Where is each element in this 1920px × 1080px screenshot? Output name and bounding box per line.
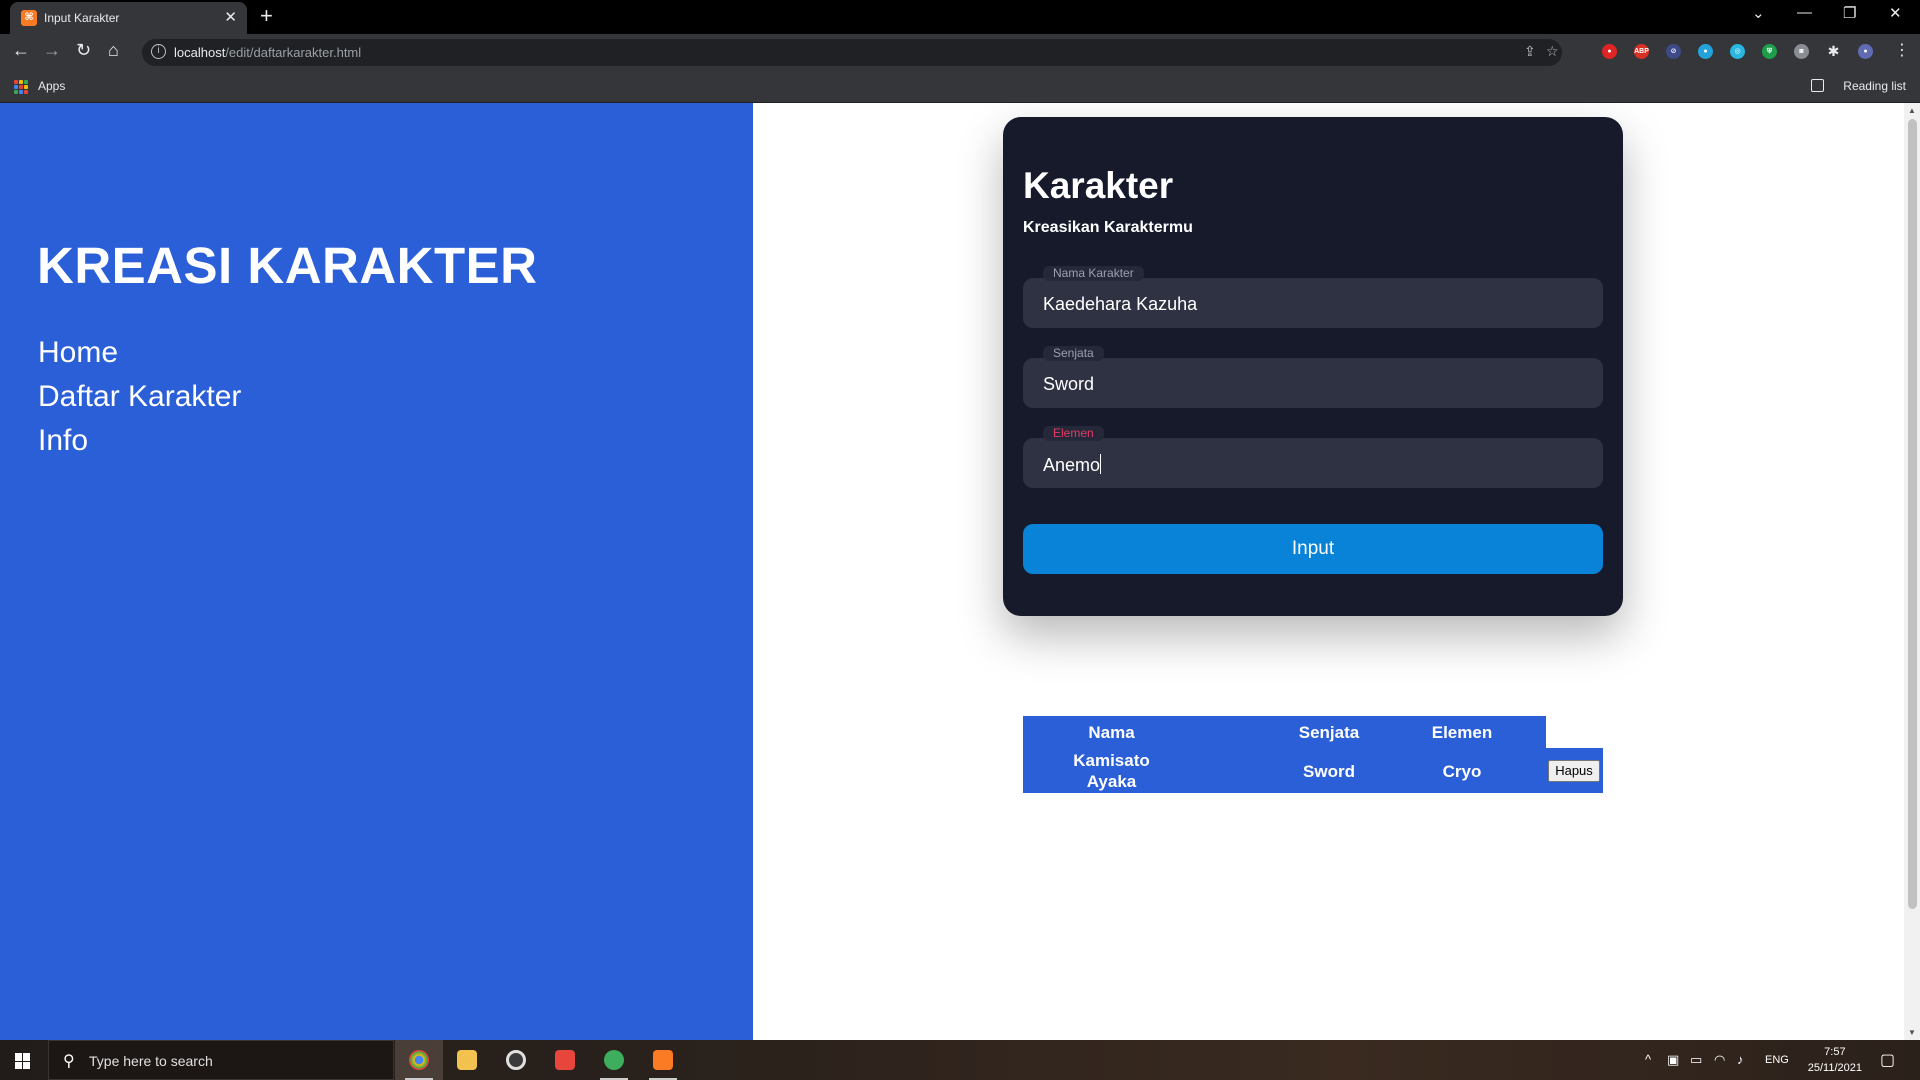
new-tab-button[interactable]: + <box>260 3 273 29</box>
senjata-field[interactable]: Senjata Sword <box>1023 346 1603 408</box>
show-hidden-icons[interactable]: ^ <box>1645 1052 1651 1067</box>
input-submit-button[interactable]: Input <box>1023 524 1603 574</box>
taskbar-chrome[interactable] <box>395 1040 443 1080</box>
sidebar-nav: Home Daftar Karakter Info <box>38 331 241 463</box>
profile-avatar[interactable]: ● <box>1858 44 1873 59</box>
taskbar-search[interactable]: ⚲ Type here to search <box>48 1040 394 1080</box>
browser-tab[interactable]: ⌘ Input Karakter ✕ <box>10 2 247 34</box>
folder-icon <box>457 1050 477 1070</box>
url-text: localhost/edit/daftarkarakter.html <box>174 45 362 60</box>
senjata-input[interactable]: Sword <box>1043 374 1094 395</box>
menu-kebab-icon[interactable]: ⋮ <box>1894 40 1910 60</box>
scroll-thumb[interactable] <box>1908 119 1917 909</box>
extension-cyan-icon[interactable]: ◎ <box>1730 44 1745 59</box>
notification-icon[interactable]: ▢ <box>1880 1050 1895 1070</box>
extension-camera-icon[interactable]: ◙ <box>1794 44 1809 59</box>
windows-start-icon[interactable] <box>15 1053 31 1069</box>
sidebar: KREASI KARAKTER Home Daftar Karakter Inf… <box>0 103 753 1040</box>
taskbar-red-app[interactable] <box>541 1040 589 1080</box>
tab-search-icon[interactable]: ⌄ <box>1752 4 1765 22</box>
forward-icon[interactable]: → <box>43 40 61 61</box>
red-app-icon <box>555 1050 575 1070</box>
extension-red-icon[interactable]: ● <box>1602 44 1617 59</box>
page-viewport: KREASI KARAKTER Home Daftar Karakter Inf… <box>0 103 1920 1040</box>
reload-icon[interactable]: ↻ <box>76 40 91 61</box>
search-placeholder: Type here to search <box>89 1053 213 1069</box>
xampp-icon: ⌘ <box>21 10 37 26</box>
cell-elemen: Cryo <box>1442 762 1482 781</box>
reading-list-button[interactable]: Reading list <box>1843 79 1906 93</box>
apps-grid-icon[interactable] <box>14 80 28 94</box>
share-icon[interactable]: ⇪ <box>1524 43 1536 60</box>
elemen-input[interactable]: Anemo <box>1043 455 1100 475</box>
hapus-button[interactable]: Hapus <box>1548 760 1600 782</box>
battery-icon[interactable]: ▭ <box>1690 1052 1702 1068</box>
elemen-field[interactable]: Elemen Anemo <box>1023 426 1603 488</box>
form-subtitle: Kreasikan Karaktermu <box>1023 219 1193 236</box>
header-senjata: Senjata <box>1298 723 1360 742</box>
nav-daftar-karakter[interactable]: Daftar Karakter <box>38 375 241 419</box>
taskbar-green-app[interactable] <box>590 1040 638 1080</box>
nav-info[interactable]: Info <box>38 419 241 463</box>
close-tab-icon[interactable]: ✕ <box>224 8 237 26</box>
header-elemen: Elemen <box>1431 723 1493 742</box>
clock-date: 25/11/2021 <box>1807 1062 1862 1074</box>
cell-senjata: Sword <box>1303 762 1355 781</box>
scroll-down-icon[interactable]: ▼ <box>1908 1028 1916 1037</box>
site-title: KREASI KARAKTER <box>37 237 538 294</box>
home-icon[interactable]: ⌂ <box>108 40 119 61</box>
scroll-up-icon[interactable]: ▲ <box>1908 106 1916 115</box>
elemen-label: Elemen <box>1043 426 1104 441</box>
nama-karakter-label: Nama Karakter <box>1043 266 1144 281</box>
character-form-card: Karakter Kreasikan Karaktermu Nama Karak… <box>1003 117 1623 616</box>
bookmarks-bar: Apps Reading list <box>0 70 1920 103</box>
close-window-icon[interactable]: ✕ <box>1889 4 1902 22</box>
extension-shield-icon[interactable]: ⛨ <box>1762 44 1777 59</box>
cell-nama-line1: Kamisato <box>1073 751 1150 770</box>
address-bar[interactable]: i localhost/edit/daftarkarakter.html ⇪ ☆ <box>142 39 1562 66</box>
page-scrollbar[interactable]: ▲ ▼ <box>1904 103 1920 1040</box>
senjata-label: Senjata <box>1043 346 1104 361</box>
text-caret <box>1100 454 1102 474</box>
green-app-icon <box>604 1050 624 1070</box>
volume-icon[interactable]: ♪ <box>1737 1052 1744 1067</box>
form-title: Karakter <box>1023 165 1174 206</box>
taskbar-media-app[interactable] <box>492 1040 540 1080</box>
site-info-icon[interactable]: i <box>151 44 166 59</box>
restore-icon[interactable]: ❐ <box>1843 4 1856 22</box>
chrome-icon <box>409 1050 429 1070</box>
device-icon[interactable]: ▣ <box>1667 1052 1679 1068</box>
table-header-gap <box>1546 716 1603 748</box>
extension-blue-icon[interactable]: ● <box>1698 44 1713 59</box>
extensions-puzzle-icon[interactable]: ✱ <box>1826 44 1841 59</box>
extension-blocker-icon[interactable]: ⊘ <box>1666 44 1681 59</box>
nama-karakter-field[interactable]: Nama Karakter Kaedehara Kazuha <box>1023 266 1603 328</box>
windows-taskbar: ⚲ Type here to search ^ ▣ ▭ ◠ ♪ ENG 7:57… <box>0 1040 1920 1080</box>
header-nama: Nama <box>1088 723 1135 742</box>
wifi-icon[interactable]: ◠ <box>1714 1052 1725 1068</box>
nav-home[interactable]: Home <box>38 331 241 375</box>
taskbar-clock[interactable]: 7:57 25/11/2021 <box>1808 1044 1862 1076</box>
nama-karakter-input[interactable]: Kaedehara Kazuha <box>1043 294 1197 315</box>
language-indicator[interactable]: ENG <box>1765 1054 1789 1066</box>
cell-nama-line2: Ayaka <box>1086 772 1137 791</box>
taskbar-file-explorer[interactable] <box>443 1040 491 1080</box>
reading-list-icon[interactable] <box>1811 79 1824 92</box>
table-row: Kamisato Ayaka Sword Cryo Hapus <box>1023 748 1603 793</box>
search-icon: ⚲ <box>63 1053 75 1070</box>
back-icon[interactable]: ← <box>12 40 30 61</box>
adblock-icon[interactable]: ABP <box>1634 44 1649 59</box>
table-header: Nama Senjata Elemen <box>1023 716 1546 748</box>
tab-title: Input Karakter <box>44 11 120 25</box>
elemen-input-wrap[interactable]: Anemo <box>1043 454 1102 476</box>
media-icon <box>506 1050 526 1070</box>
bookmark-star-icon[interactable]: ☆ <box>1546 43 1559 60</box>
apps-bookmark[interactable]: Apps <box>38 79 65 93</box>
taskbar-xampp[interactable] <box>639 1040 687 1080</box>
clock-time: 7:57 <box>1824 1046 1846 1058</box>
xampp-taskbar-icon <box>653 1050 673 1070</box>
browser-titlebar: ⌘ Input Karakter ✕ + ⌄ — ❐ ✕ <box>0 0 1920 34</box>
minimize-icon[interactable]: — <box>1797 4 1812 21</box>
browser-toolbar: ← → ↻ ⌂ i localhost/edit/daftarkarakter.… <box>0 34 1920 70</box>
